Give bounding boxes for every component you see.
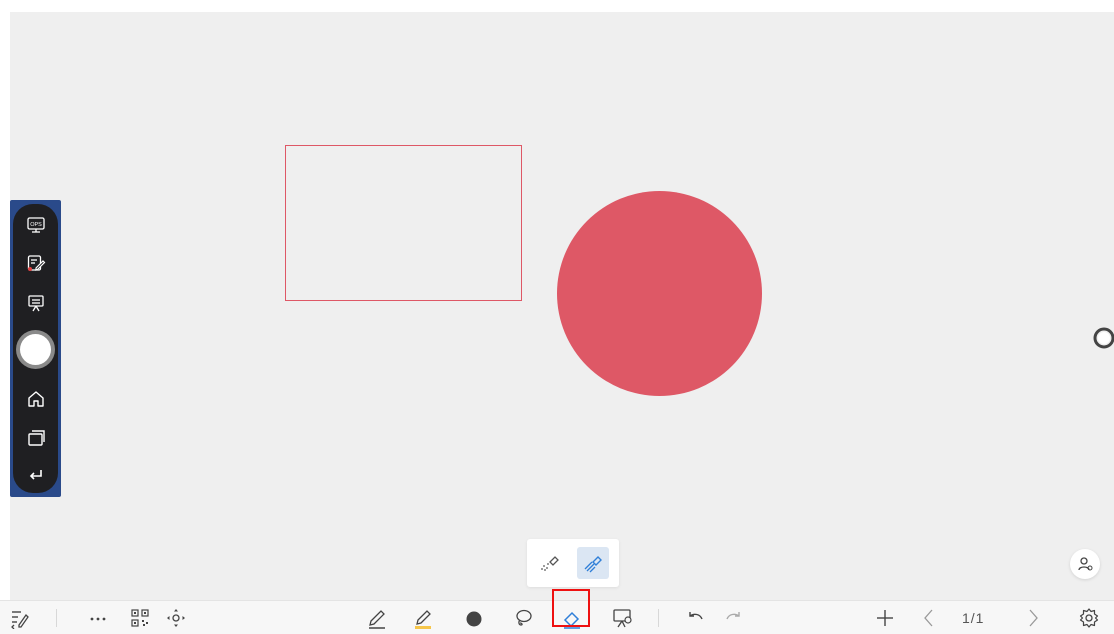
home-button[interactable] [23, 386, 49, 412]
highlighter-icon [415, 610, 431, 629]
pen-icon [369, 610, 385, 629]
eraser-icon [563, 611, 580, 629]
toolbar-divider [56, 609, 57, 627]
note-edit-button[interactable] [23, 250, 49, 276]
prev-page-icon [924, 609, 933, 627]
more-icon [90, 617, 106, 621]
bottom-toolbar: 1/1 [0, 600, 1114, 634]
lasso-button[interactable] [511, 606, 535, 630]
shape-icon [466, 611, 482, 627]
exit-annotation-button[interactable] [8, 606, 32, 630]
settings-icon [1079, 608, 1099, 628]
toolbar-divider [658, 609, 659, 627]
add-page-icon [877, 610, 893, 626]
pen-button[interactable] [365, 606, 389, 630]
exit-annotation-icon [11, 611, 29, 629]
presentation-button[interactable] [23, 290, 49, 316]
move-icon [167, 609, 185, 627]
whiteboard-canvas[interactable] [10, 12, 1114, 600]
main-menu-button[interactable] [16, 330, 55, 369]
prev-page-button[interactable] [917, 606, 941, 630]
redo-icon [726, 612, 740, 620]
eraser-small-button[interactable] [534, 547, 566, 579]
back-button[interactable] [23, 462, 49, 488]
lasso-icon [516, 609, 532, 626]
page-indicator: 1/1 [962, 610, 985, 626]
ops-icon: OPS [27, 217, 45, 233]
undo-icon [689, 612, 703, 620]
undo-button[interactable] [683, 606, 707, 630]
svg-text:OPS: OPS [30, 222, 42, 228]
eraser-options-popup [527, 539, 619, 587]
back-icon [29, 470, 42, 480]
ops-button[interactable]: OPS [23, 212, 49, 238]
circle-shape[interactable] [557, 191, 762, 396]
settings-button[interactable] [1077, 606, 1101, 630]
note-edit-icon [27, 255, 46, 271]
qr-code-icon [131, 609, 149, 627]
windows-icon [28, 430, 45, 446]
next-page-button[interactable] [1021, 606, 1045, 630]
whiteboard-button[interactable] [611, 606, 635, 630]
move-button[interactable] [164, 606, 188, 630]
shape-button[interactable] [462, 606, 486, 630]
whiteboard-icon [613, 609, 632, 628]
main-menu-icon [20, 334, 51, 365]
redo-button[interactable] [722, 606, 746, 630]
floating-menu-handle[interactable] [1090, 326, 1114, 350]
eraser-button[interactable] [560, 606, 584, 630]
rectangle-shape[interactable] [285, 145, 522, 301]
side-panel-inner: OPS [13, 204, 58, 493]
user-button[interactable] [1070, 549, 1100, 579]
eraser-small-icon [541, 556, 559, 571]
eraser-large-icon [584, 556, 602, 573]
home-icon [28, 391, 44, 407]
user-icon [1078, 557, 1093, 571]
next-page-icon [1029, 609, 1038, 627]
more-button[interactable] [86, 606, 110, 630]
highlighter-button[interactable] [411, 606, 435, 630]
side-panel: OPS [10, 200, 61, 497]
add-page-button[interactable] [873, 606, 897, 630]
presentation-icon [28, 295, 44, 312]
windows-button[interactable] [23, 425, 49, 451]
eraser-large-button[interactable] [577, 547, 609, 579]
qr-code-button[interactable] [128, 606, 152, 630]
